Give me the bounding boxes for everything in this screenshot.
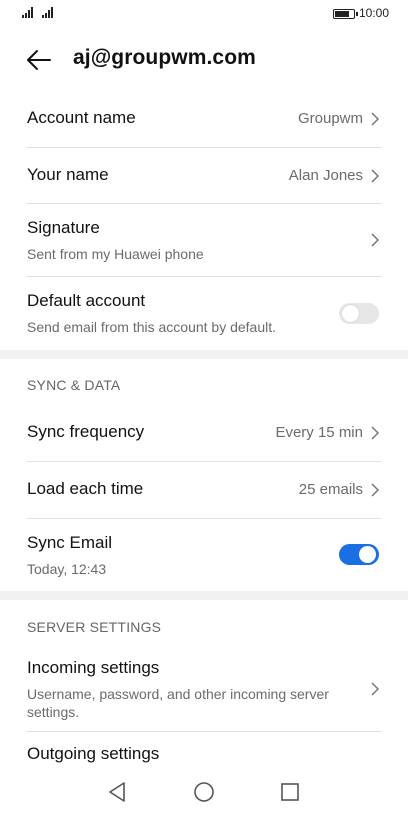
sync-email-row: Sync Email Today, 12:43 bbox=[27, 525, 381, 585]
square-recents-icon[interactable] bbox=[277, 779, 303, 805]
divider bbox=[27, 203, 381, 204]
battery-icon bbox=[333, 9, 358, 19]
circle-home-icon[interactable] bbox=[191, 779, 217, 805]
section-separator bbox=[0, 591, 408, 600]
incoming-settings-description: Username, password, and other incoming s… bbox=[27, 686, 329, 720]
account-name-row[interactable]: Account name Groupwm bbox=[27, 100, 381, 140]
chevron-right-icon bbox=[371, 682, 380, 696]
signature-value: Sent from my Huawei phone bbox=[27, 246, 204, 262]
chevron-right-icon bbox=[371, 483, 380, 497]
sync-frequency-row[interactable]: Sync frequency Every 15 min bbox=[27, 414, 381, 454]
section-separator bbox=[0, 350, 408, 359]
page-title: aj@groupwm.com bbox=[73, 46, 256, 69]
load-each-time-value: 25 emails bbox=[298, 481, 363, 498]
chevron-right-icon bbox=[371, 426, 380, 440]
outgoing-settings-row[interactable]: Outgoing settings bbox=[27, 736, 381, 770]
toggle-knob bbox=[359, 546, 376, 563]
sync-frequency-label: Sync frequency bbox=[27, 422, 145, 441]
default-account-description: Send email from this account by default. bbox=[27, 319, 277, 335]
load-each-time-label: Load each time bbox=[27, 479, 144, 498]
back-arrow-icon[interactable] bbox=[24, 47, 54, 73]
divider bbox=[27, 461, 381, 462]
default-account-label: Default account bbox=[27, 291, 146, 310]
sync-email-label: Sync Email bbox=[27, 533, 113, 552]
account-name-label: Account name bbox=[27, 108, 136, 127]
account-name-value: Groupwm bbox=[297, 110, 363, 127]
divider bbox=[27, 147, 381, 148]
sync-email-last-synced: Today, 12:43 bbox=[27, 561, 107, 577]
chevron-right-icon bbox=[371, 169, 380, 183]
signature-row[interactable]: Signature Sent from my Huawei phone bbox=[27, 210, 381, 272]
incoming-settings-row[interactable]: Incoming settings Username, password, an… bbox=[27, 650, 381, 728]
default-account-toggle[interactable] bbox=[339, 303, 379, 324]
signal-strength-icon bbox=[22, 7, 33, 18]
triangle-back-icon[interactable] bbox=[104, 779, 130, 805]
divider bbox=[27, 731, 381, 732]
chevron-right-icon bbox=[371, 233, 380, 247]
sync-data-section-header: SYNC & DATA bbox=[27, 377, 121, 393]
divider bbox=[27, 276, 381, 277]
sync-email-toggle[interactable] bbox=[339, 544, 379, 565]
toggle-knob bbox=[342, 305, 359, 322]
signature-label: Signature bbox=[27, 218, 100, 237]
outgoing-settings-label: Outgoing settings bbox=[27, 744, 160, 763]
your-name-value: Alan Jones bbox=[288, 167, 363, 184]
load-each-time-row[interactable]: Load each time 25 emails bbox=[27, 471, 381, 511]
your-name-label: Your name bbox=[27, 165, 109, 184]
battery-level bbox=[335, 11, 349, 17]
default-account-row: Default account Send email from this acc… bbox=[27, 283, 381, 343]
system-navigation-bar bbox=[0, 770, 408, 816]
status-bar: 10:00 bbox=[0, 0, 408, 28]
sync-frequency-value: Every 15 min bbox=[275, 424, 363, 441]
divider bbox=[27, 518, 381, 519]
status-time: 10:00 bbox=[359, 6, 390, 20]
your-name-row[interactable]: Your name Alan Jones bbox=[27, 157, 381, 197]
signal-strength-secondary-icon bbox=[42, 7, 53, 18]
chevron-right-icon bbox=[371, 112, 380, 126]
server-settings-section-header: SERVER SETTINGS bbox=[27, 619, 162, 635]
app-header: aj@groupwm.com bbox=[0, 40, 408, 80]
incoming-settings-label: Incoming settings bbox=[27, 658, 160, 677]
